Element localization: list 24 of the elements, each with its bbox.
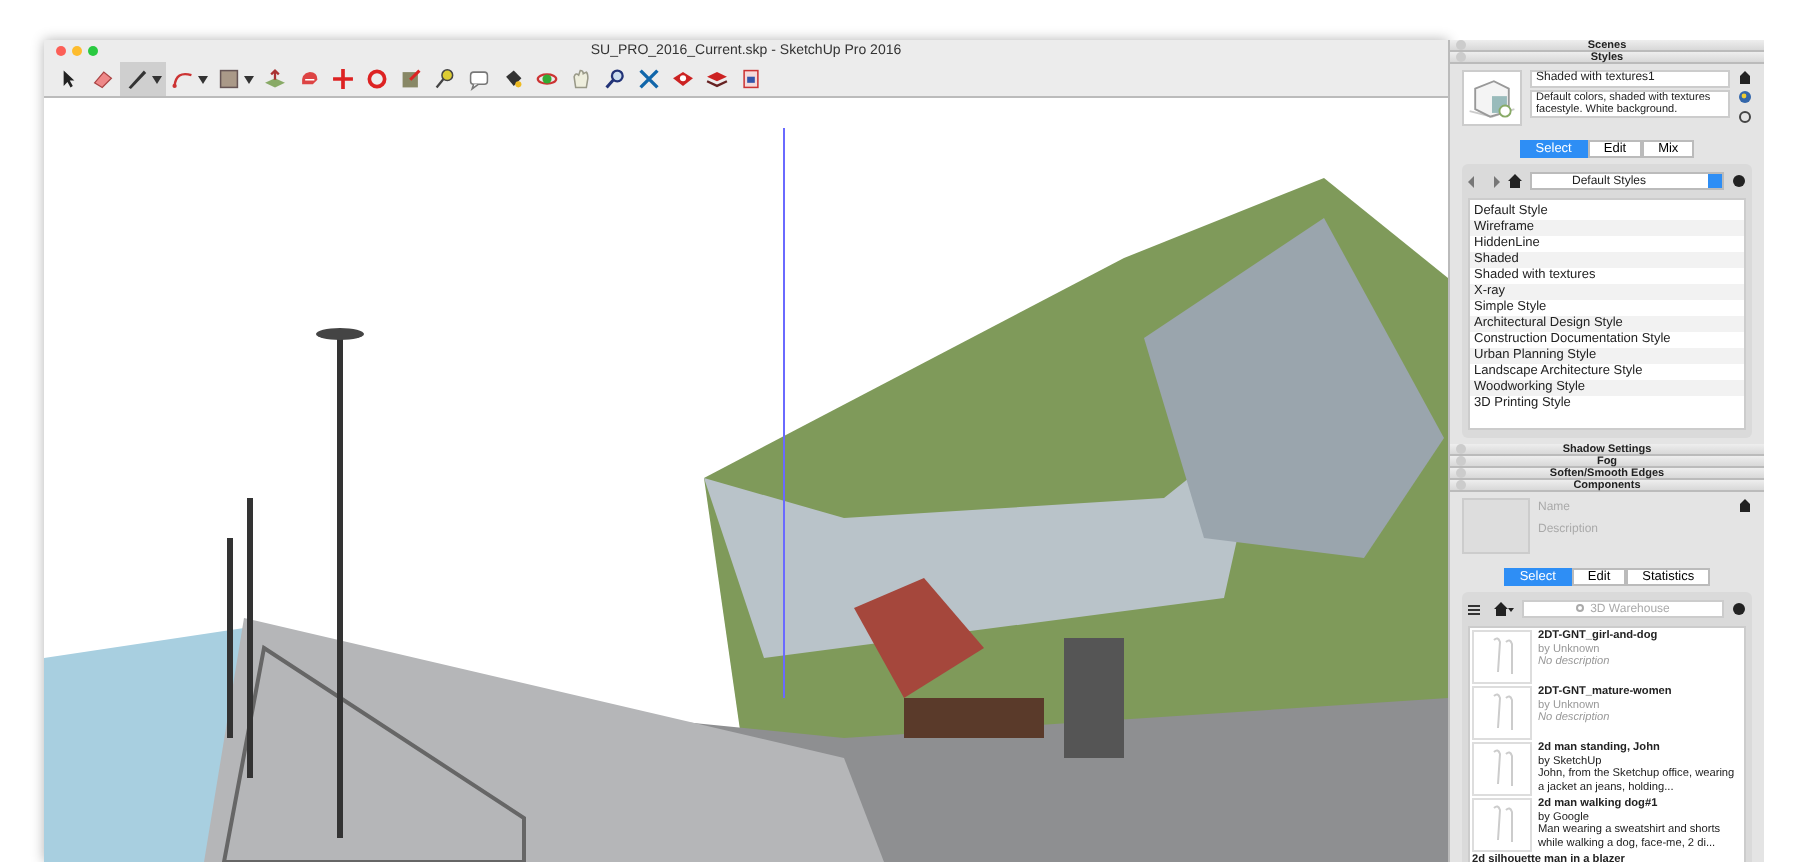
component-thumbnail: [1462, 498, 1530, 554]
push-pull-icon: [262, 66, 288, 92]
home-icon[interactable]: [1508, 174, 1522, 188]
close-icon[interactable]: [56, 46, 66, 56]
list-view-icon[interactable]: [1468, 603, 1486, 615]
eraser-icon: [90, 66, 116, 92]
caret-icon: [198, 75, 208, 83]
caret-icon: [244, 75, 254, 83]
home-icon[interactable]: [1494, 602, 1514, 616]
forward-arrow-icon[interactable]: [1488, 175, 1500, 187]
search-icon: [1576, 604, 1587, 614]
speech-bubble-icon: [466, 66, 492, 92]
style-thumbnail: [1462, 70, 1522, 126]
stack-icon: [704, 66, 730, 92]
square-icon: [216, 66, 242, 92]
tool-button[interactable]: [120, 62, 166, 96]
house-icon[interactable]: [1738, 498, 1752, 512]
pencil-icon: [124, 66, 150, 92]
document-icon: [738, 66, 764, 92]
caret-icon: [152, 75, 162, 83]
magnifier-icon: [602, 66, 628, 92]
house-icon[interactable]: [1738, 70, 1752, 84]
back-arrow-icon[interactable]: [1468, 175, 1480, 187]
paint-bucket-icon: [500, 66, 526, 92]
